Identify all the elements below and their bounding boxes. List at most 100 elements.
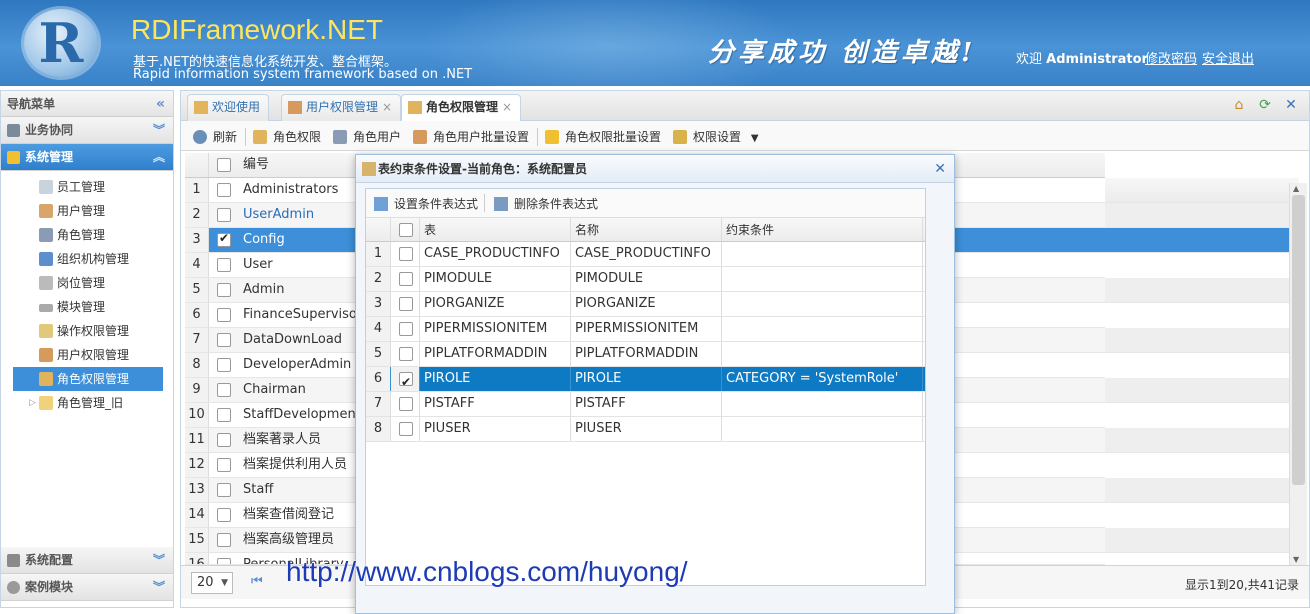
cell-code: DeveloperAdmin (243, 357, 352, 372)
row-number: 15 (185, 528, 209, 552)
accordion-label: 案例模块 (25, 580, 74, 594)
sidebar-item-label: 岗位管理 (57, 276, 106, 290)
select-all-checkbox[interactable] (217, 158, 231, 172)
sidebar-item-staff[interactable]: 员工管理 (13, 175, 163, 199)
sidebar-item-roles-old[interactable]: ▷ 角色管理_旧 (13, 391, 163, 415)
delete-expression-button[interactable]: 删除条件表达式 (494, 193, 598, 215)
row-checkbox[interactable] (217, 308, 231, 322)
sidebar-item-modules[interactable]: 模块管理 (13, 295, 163, 319)
accordion-system-management[interactable]: 系统管理 ︽ (1, 144, 173, 171)
row-checkbox[interactable] (217, 333, 231, 347)
row-number: 2 (366, 267, 391, 291)
row-checkbox[interactable] (217, 358, 231, 372)
row-checkbox[interactable] (217, 383, 231, 397)
row-checkbox[interactable] (399, 272, 413, 286)
permission-settings-button[interactable]: 权限设置 ▼ (673, 126, 759, 148)
row-checkbox[interactable] (399, 247, 413, 261)
row-tail (1105, 478, 1299, 503)
cell-name: PIORGANIZE (571, 292, 722, 316)
row-number: 16 (185, 553, 209, 564)
scroll-up-icon[interactable]: ▲ (1293, 184, 1299, 193)
row-checkbox[interactable] (399, 422, 413, 436)
table-row-selected[interactable]: 6 PIROLE PIROLE CATEGORY = 'SystemRole' (366, 367, 925, 392)
scrollbar-thumb[interactable] (1292, 195, 1305, 485)
row-checkbox[interactable] (217, 183, 231, 197)
refresh-button[interactable]: 刷新 (193, 126, 237, 148)
row-checkbox[interactable] (217, 483, 231, 497)
tab-user-permissions[interactable]: 用户权限管理 × (281, 94, 402, 121)
sidebar-item-label: 角色管理 (57, 228, 106, 242)
close-icon[interactable]: ✕ (1283, 97, 1299, 113)
close-dialog-icon[interactable]: ✕ (934, 155, 946, 183)
sidebar-item-role-permissions[interactable]: 角色权限管理 (13, 367, 163, 391)
row-checkbox[interactable] (217, 408, 231, 422)
table-row[interactable]: 1 CASE_PRODUCTINFO CASE_PRODUCTINFO (366, 242, 925, 267)
tab-welcome[interactable]: 欢迎使用 (187, 94, 270, 121)
expand-arrow-icon[interactable]: ▷ (29, 391, 36, 415)
cell-code: StaffDevelopment (243, 407, 361, 422)
select-all-checkbox[interactable] (399, 223, 413, 237)
row-checkbox[interactable] (399, 347, 413, 361)
table-row[interactable]: 7 PISTAFF PISTAFF (366, 392, 925, 417)
row-checkbox[interactable] (399, 370, 413, 391)
rownum-header (185, 153, 209, 177)
role-permission-button[interactable]: 角色权限 (253, 126, 321, 148)
button-label: 权限设置 (693, 130, 742, 144)
tab-role-permissions[interactable]: 角色权限管理 × (401, 94, 522, 122)
sidebar-item-users[interactable]: 用户管理 (13, 199, 163, 223)
row-checkbox[interactable] (217, 208, 231, 222)
logout-link[interactable]: 安全退出 (1202, 48, 1254, 67)
role-perm-icon (253, 130, 267, 144)
row-checkbox[interactable] (217, 458, 231, 472)
column-header-name: 名称 (571, 218, 722, 241)
button-label: 角色用户批量设置 (433, 130, 530, 144)
row-checkbox[interactable] (217, 533, 231, 547)
table-row[interactable]: 4 PIPERMISSIONITEM PIPERMISSIONITEM (366, 317, 925, 342)
dialog-title: 表约束条件设置-当前角色：系统配置员 (378, 162, 587, 176)
table-row[interactable]: 3 PIORGANIZE PIORGANIZE (366, 292, 925, 317)
sidebar-item-positions[interactable]: 岗位管理 (13, 271, 163, 295)
row-checkbox[interactable] (217, 508, 231, 522)
row-checkbox[interactable] (217, 231, 231, 247)
row-checkbox[interactable] (399, 322, 413, 336)
collapse-sidebar-icon[interactable]: « (156, 91, 165, 117)
row-number: 6 (185, 303, 209, 327)
row-checkbox[interactable] (217, 558, 231, 564)
sidebar-item-label: 角色管理_旧 (57, 396, 124, 410)
sidebar-item-user-permissions[interactable]: 用户权限管理 (13, 343, 163, 367)
change-password-link[interactable]: 修改密码 (1145, 48, 1197, 67)
sidebar-item-roles[interactable]: 角色管理 (13, 223, 163, 247)
close-tab-icon[interactable]: × (382, 100, 392, 114)
accordion-system-config[interactable]: 系统配置 ︾ (1, 547, 173, 574)
refresh-icon[interactable]: ⟳ (1257, 97, 1273, 113)
accordion-business[interactable]: 业务协同 ︾ (1, 117, 173, 144)
sidebar-item-operation-permissions[interactable]: 操作权限管理 (13, 319, 163, 343)
sidebar-item-org[interactable]: 组织机构管理 (13, 247, 163, 271)
role-user-batch-button[interactable]: 角色用户批量设置 (413, 126, 529, 148)
users-icon (413, 130, 427, 144)
scroll-down-icon[interactable]: ▼ (1293, 555, 1299, 564)
grid-scrollbar[interactable]: ▲ ▼ (1289, 183, 1307, 565)
table-row[interactable]: 2 PIMODULE PIMODULE (366, 267, 925, 292)
table-row[interactable]: 8 PIUSER PIUSER (366, 417, 925, 442)
row-checkbox[interactable] (217, 433, 231, 447)
checkbox-cell (391, 267, 420, 291)
cell-condition (722, 317, 923, 341)
table-row[interactable]: 5 PIPLATFORMADDIN PIPLATFORMADDIN (366, 342, 925, 367)
set-expression-button[interactable]: 设置条件表达式 (374, 193, 478, 215)
home-icon[interactable]: ⌂ (1231, 97, 1247, 113)
role-user-button[interactable]: 角色用户 (333, 126, 401, 148)
row-checkbox[interactable] (399, 297, 413, 311)
tab-label: 角色权限管理 (426, 100, 499, 114)
first-page-icon[interactable]: ⏮ (251, 574, 263, 589)
row-checkbox[interactable] (217, 283, 231, 297)
constraint-dialog: 表约束条件设置-当前角色：系统配置员 ✕ 设置条件表达式 删除条件表达式 表 名称… (355, 154, 955, 614)
accordion-case-module[interactable]: 案例模块 ︾ (1, 574, 173, 601)
cell-name: PIMODULE (571, 267, 722, 291)
row-checkbox[interactable] (399, 397, 413, 411)
page-size-select[interactable]: 20 ▼ (191, 572, 233, 594)
close-tab-icon[interactable]: × (502, 100, 512, 114)
cell-table: PIROLE (420, 367, 571, 391)
row-checkbox[interactable] (217, 258, 231, 272)
role-permission-batch-button[interactable]: 角色权限批量设置 (545, 126, 661, 148)
